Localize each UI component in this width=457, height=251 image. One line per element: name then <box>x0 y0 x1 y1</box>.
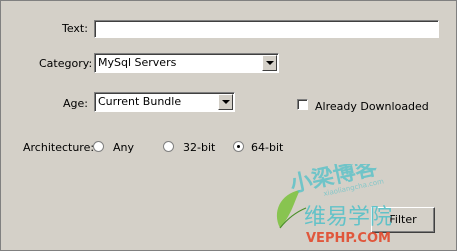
chevron-down-icon <box>266 61 274 65</box>
category-label: Category: <box>39 57 93 70</box>
category-select[interactable]: MySql Servers <box>94 53 279 73</box>
age-label: Age: <box>63 97 88 110</box>
filter-panel: Text: Category: MySql Servers Age: Curre… <box>0 0 457 251</box>
text-input[interactable] <box>94 20 439 38</box>
architecture-radio-64bit[interactable] <box>233 141 244 152</box>
age-dropdown-button[interactable] <box>218 94 233 110</box>
radio-selected-dot <box>237 145 240 148</box>
filter-button[interactable]: Filter <box>371 207 435 233</box>
age-select[interactable]: Current Bundle <box>94 92 235 112</box>
architecture-option-64bit: 64-bit <box>251 141 284 154</box>
age-select-value: Current Bundle <box>98 95 182 108</box>
chevron-down-icon <box>222 100 230 104</box>
architecture-option-any: Any <box>113 141 135 154</box>
architecture-option-32bit: 32-bit <box>183 141 216 154</box>
category-dropdown-button[interactable] <box>262 55 277 71</box>
architecture-label: Architecture: <box>23 141 95 154</box>
category-select-value: MySql Servers <box>98 56 177 69</box>
architecture-radio-any[interactable] <box>93 141 104 152</box>
text-label: Text: <box>62 22 88 35</box>
already-downloaded-label: Already Downloaded <box>315 100 429 113</box>
already-downloaded-checkbox[interactable] <box>297 99 308 110</box>
architecture-radio-32bit[interactable] <box>163 141 174 152</box>
